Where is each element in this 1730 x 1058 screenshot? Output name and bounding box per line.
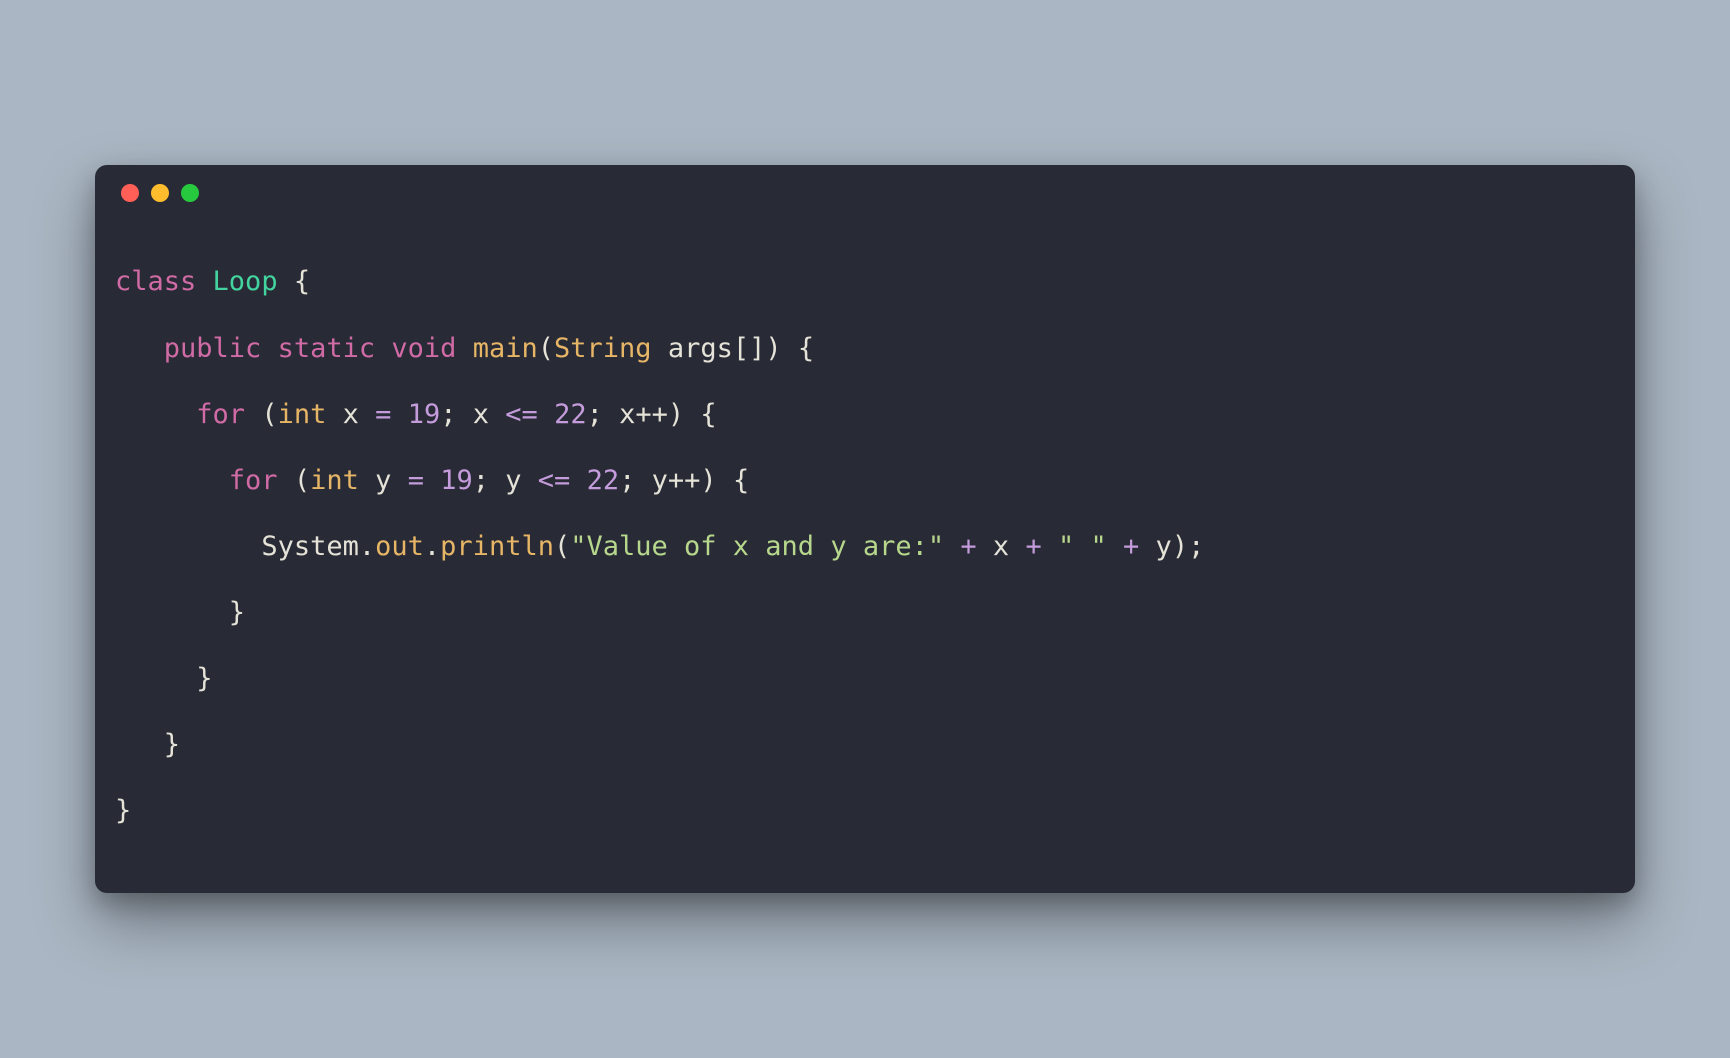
brace-close: } <box>196 663 212 694</box>
identifier-classname: Loop <box>213 266 278 297</box>
identifier-y: y <box>505 465 521 496</box>
code-window: class Loop { public static void main(Str… <box>95 165 1635 892</box>
identifier-println: println <box>440 531 554 562</box>
brace-close: } <box>115 795 131 826</box>
operator-plus: + <box>1123 531 1139 562</box>
operator-plus: + <box>1025 531 1041 562</box>
type-int: int <box>310 465 359 496</box>
paren-close: ) <box>668 399 684 430</box>
semicolon: ; <box>619 465 635 496</box>
code-line: } <box>115 795 131 826</box>
code-line: } <box>115 663 213 694</box>
identifier-y: y <box>1156 531 1172 562</box>
paren-open: ( <box>538 333 554 364</box>
brace-open: { <box>294 266 310 297</box>
code-line: class Loop { <box>115 266 310 297</box>
dot: . <box>359 531 375 562</box>
keyword-public: public <box>164 333 262 364</box>
code-line: System.out.println("Value of x and y are… <box>115 531 1204 562</box>
maximize-icon[interactable] <box>181 184 199 202</box>
identifier-system: System <box>261 531 359 562</box>
semicolon: ; <box>1188 531 1204 562</box>
identifier-main: main <box>473 333 538 364</box>
identifier-x: x <box>343 399 359 430</box>
semicolon: ; <box>473 465 489 496</box>
dot: . <box>424 531 440 562</box>
identifier-y: y <box>375 465 391 496</box>
code-line: } <box>115 729 180 760</box>
keyword-class: class <box>115 266 196 297</box>
string-literal: " " <box>1058 531 1107 562</box>
paren-open: ( <box>261 399 277 430</box>
identifier-increment: x++ <box>619 399 668 430</box>
operator-assign: = <box>375 399 391 430</box>
brace-open: { <box>700 399 716 430</box>
code-line: for (int y = 19; y <= 22; y++) { <box>115 465 749 496</box>
keyword-for: for <box>196 399 245 430</box>
operator-assign: = <box>408 465 424 496</box>
string-literal: "Value of x and y are:" <box>570 531 944 562</box>
operator-le: <= <box>505 399 538 430</box>
window-titlebar <box>95 165 1635 221</box>
brace-close: } <box>229 597 245 628</box>
paren-open: ( <box>554 531 570 562</box>
semicolon: ; <box>440 399 456 430</box>
paren-close: ) <box>700 465 716 496</box>
identifier-out: out <box>375 531 424 562</box>
number-literal: 19 <box>440 465 473 496</box>
keyword-void: void <box>391 333 456 364</box>
paren-close: ) <box>765 333 781 364</box>
operator-le: <= <box>538 465 571 496</box>
identifier-x: x <box>993 531 1009 562</box>
identifier-x: x <box>473 399 489 430</box>
keyword-for: for <box>229 465 278 496</box>
code-editor: class Loop { public static void main(Str… <box>95 221 1635 892</box>
paren-open: ( <box>294 465 310 496</box>
brace-open: { <box>798 333 814 364</box>
number-literal: 19 <box>408 399 441 430</box>
paren-close: ) <box>1172 531 1188 562</box>
operator-plus: + <box>960 531 976 562</box>
identifier-args: args <box>668 333 733 364</box>
type-int: int <box>278 399 327 430</box>
identifier-increment: y++ <box>652 465 701 496</box>
number-literal: 22 <box>554 399 587 430</box>
brackets: [] <box>733 333 766 364</box>
keyword-static: static <box>278 333 376 364</box>
brace-open: { <box>733 465 749 496</box>
code-line: } <box>115 597 245 628</box>
type-string: String <box>554 333 652 364</box>
code-line: public static void main(String args[]) { <box>115 333 814 364</box>
minimize-icon[interactable] <box>151 184 169 202</box>
semicolon: ; <box>587 399 603 430</box>
close-icon[interactable] <box>121 184 139 202</box>
brace-close: } <box>164 729 180 760</box>
number-literal: 22 <box>587 465 620 496</box>
code-line: for (int x = 19; x <= 22; x++) { <box>115 399 717 430</box>
